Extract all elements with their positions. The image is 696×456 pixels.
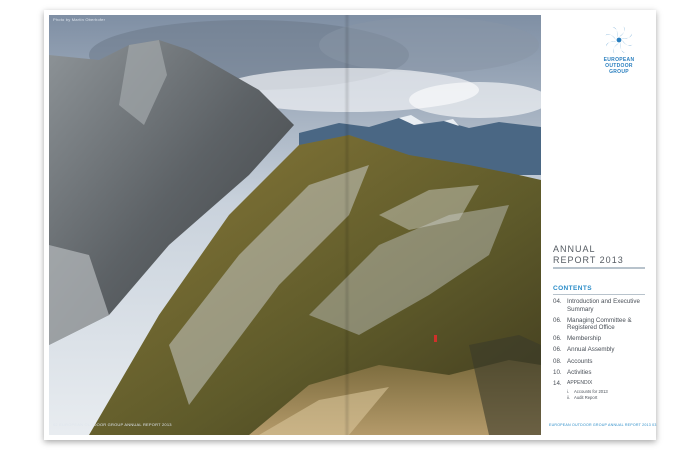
toc-subitem-label: Audit Report — [574, 395, 598, 401]
toc-subitem[interactable]: ii. Audit Report — [553, 395, 645, 401]
toc-label: Annual Assembly — [567, 346, 615, 354]
report-spread: Photo by Martin Oberhofer 02 EUROPEAN OU… — [44, 10, 656, 440]
contents-heading: CONTENTS — [553, 285, 592, 292]
toc-subitem-number: ii. — [567, 395, 571, 401]
logo-wordmark: EUROPEAN OUTDOOR GROUP — [599, 57, 639, 75]
report-title: ANNUAL REPORT 2013 — [553, 244, 645, 266]
contents-divider — [553, 294, 645, 295]
toc-label: Accounts — [567, 357, 593, 365]
title-divider — [553, 267, 645, 269]
toc-item[interactable]: 06. Membership — [553, 335, 645, 343]
left-page-footer: 02 EUROPEAN OUTDOOR GROUP ANNUAL REPORT … — [53, 422, 172, 427]
toc-label: APPENDIX — [567, 379, 593, 386]
table-of-contents: 04. Introduction and Executive Summary 0… — [553, 298, 645, 401]
toc-page-number: 04. — [553, 298, 562, 305]
right-page-footer: EUROPEAN OUTDOOR GROUP ANNUAL REPORT 201… — [549, 423, 657, 427]
toc-item-appendix[interactable]: 14. APPENDIX — [553, 380, 645, 388]
title-line-1: ANNUAL — [553, 244, 596, 254]
toc-item[interactable]: 04. Introduction and Executive Summary — [553, 298, 645, 313]
toc-label: Managing Committee & Registered Office — [567, 316, 632, 332]
contents-page: EUROPEAN OUTDOOR GROUP ANNUAL REPORT 201… — [541, 15, 656, 435]
toc-label: Activities — [567, 368, 592, 376]
photo-credit: Photo by Martin Oberhofer — [53, 17, 106, 22]
logo-line-3: GROUP — [609, 69, 629, 75]
mountain-landscape-image — [49, 15, 541, 435]
toc-item[interactable]: 10. Activities — [553, 369, 645, 377]
hiker-figure — [434, 335, 437, 342]
toc-label: Introduction and Executive Summary — [567, 298, 640, 313]
toc-item[interactable]: 06. Annual Assembly — [553, 346, 645, 354]
page-fold — [344, 15, 350, 435]
toc-item[interactable]: 06. Managing Committee & Registered Offi… — [553, 317, 645, 332]
toc-label: Membership — [567, 335, 602, 343]
toc-page-number: 06. — [553, 335, 562, 343]
title-line-2: REPORT 2013 — [553, 255, 624, 265]
toc-page-number: 06. — [553, 346, 562, 354]
logo: EUROPEAN OUTDOOR GROUP — [599, 25, 639, 75]
toc-page-number: 14. — [553, 379, 562, 387]
toc-item[interactable]: 08. Accounts — [553, 358, 645, 366]
cover-photo — [49, 15, 541, 435]
toc-page-number: 06. — [553, 316, 562, 324]
toc-page-number: 08. — [553, 357, 562, 365]
toc-page-number: 10. — [553, 368, 562, 376]
spiral-logo-icon — [605, 26, 633, 54]
